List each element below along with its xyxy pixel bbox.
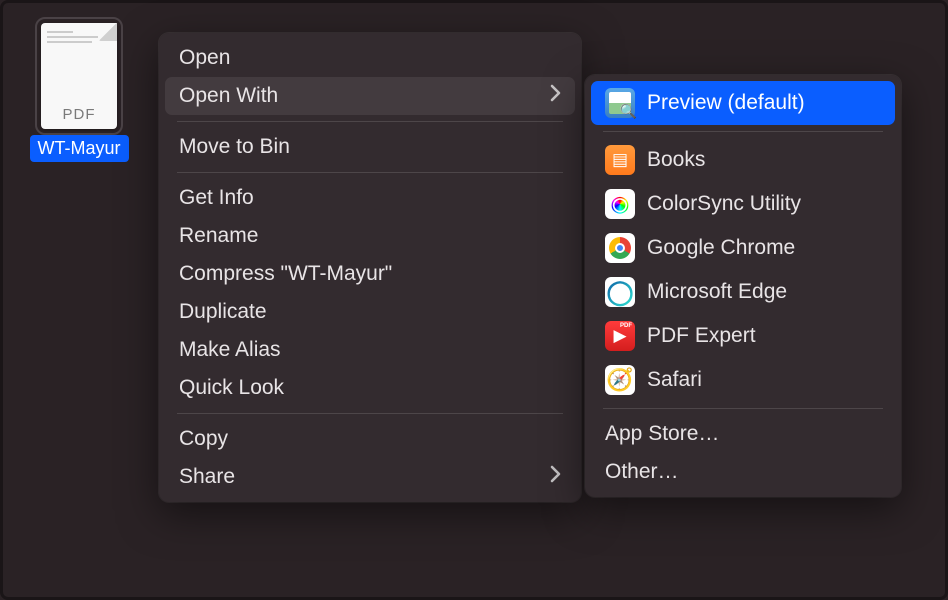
menu-open-with[interactable]: Open With	[165, 77, 575, 115]
menu-separator	[177, 121, 563, 122]
context-menu: Open Open With Move to Bin Get Info Rena…	[159, 33, 581, 502]
open-with-submenu: Preview (default) ▤ Books ColorSync Util…	[585, 75, 901, 497]
menu-make-alias[interactable]: Make Alias	[165, 331, 575, 369]
menu-compress[interactable]: Compress "WT-Mayur"	[165, 255, 575, 293]
safari-app-icon	[605, 365, 635, 395]
openwith-edge[interactable]: Microsoft Edge	[591, 270, 895, 314]
openwith-pdfexpert-label: PDF Expert	[647, 324, 756, 348]
books-app-icon: ▤	[605, 145, 635, 175]
openwith-safari-label: Safari	[647, 368, 702, 392]
menu-get-info[interactable]: Get Info	[165, 179, 575, 217]
menu-copy[interactable]: Copy	[165, 420, 575, 458]
preview-app-icon	[605, 88, 635, 118]
openwith-app-store[interactable]: App Store…	[591, 415, 895, 453]
menu-duplicate[interactable]: Duplicate	[165, 293, 575, 331]
openwith-app-store-label: App Store…	[605, 422, 719, 446]
pdf-badge: PDF	[41, 106, 117, 123]
menu-share[interactable]: Share	[165, 458, 575, 496]
menu-get-info-label: Get Info	[179, 186, 254, 210]
menu-separator	[603, 131, 883, 132]
menu-move-to-bin[interactable]: Move to Bin	[165, 128, 575, 166]
openwith-colorsync[interactable]: ColorSync Utility	[591, 182, 895, 226]
openwith-books[interactable]: ▤ Books	[591, 138, 895, 182]
menu-move-to-bin-label: Move to Bin	[179, 135, 290, 159]
menu-separator	[177, 413, 563, 414]
chevron-right-icon	[550, 84, 561, 108]
openwith-other[interactable]: Other…	[591, 453, 895, 491]
openwith-preview[interactable]: Preview (default)	[591, 81, 895, 125]
menu-rename[interactable]: Rename	[165, 217, 575, 255]
menu-make-alias-label: Make Alias	[179, 338, 281, 362]
menu-quick-look[interactable]: Quick Look	[165, 369, 575, 407]
menu-copy-label: Copy	[179, 427, 228, 451]
menu-open[interactable]: Open	[165, 39, 575, 77]
openwith-chrome-label: Google Chrome	[647, 236, 795, 260]
chrome-app-icon	[605, 233, 635, 263]
openwith-chrome[interactable]: Google Chrome	[591, 226, 895, 270]
menu-rename-label: Rename	[179, 224, 258, 248]
openwith-preview-label: Preview (default)	[647, 91, 805, 115]
menu-quick-look-label: Quick Look	[179, 376, 284, 400]
menu-share-label: Share	[179, 465, 235, 489]
menu-compress-label: Compress "WT-Mayur"	[179, 262, 392, 286]
file-name-label: WT-Mayur	[30, 135, 129, 162]
menu-open-label: Open	[179, 46, 230, 70]
openwith-safari[interactable]: Safari	[591, 358, 895, 402]
menu-open-with-label: Open With	[179, 84, 278, 108]
pdf-file-icon: PDF	[41, 23, 117, 129]
menu-separator	[177, 172, 563, 173]
openwith-books-label: Books	[647, 148, 705, 172]
menu-duplicate-label: Duplicate	[179, 300, 267, 324]
pdf-file-item[interactable]: PDF WT-Mayur	[29, 23, 129, 162]
colorsync-app-icon	[605, 189, 635, 219]
menu-separator	[603, 408, 883, 409]
chevron-right-icon	[550, 465, 561, 489]
openwith-edge-label: Microsoft Edge	[647, 280, 787, 304]
pdfexpert-app-icon: ▶	[605, 321, 635, 351]
openwith-pdfexpert[interactable]: ▶ PDF Expert	[591, 314, 895, 358]
openwith-other-label: Other…	[605, 460, 679, 484]
edge-app-icon	[605, 277, 635, 307]
openwith-colorsync-label: ColorSync Utility	[647, 192, 801, 216]
